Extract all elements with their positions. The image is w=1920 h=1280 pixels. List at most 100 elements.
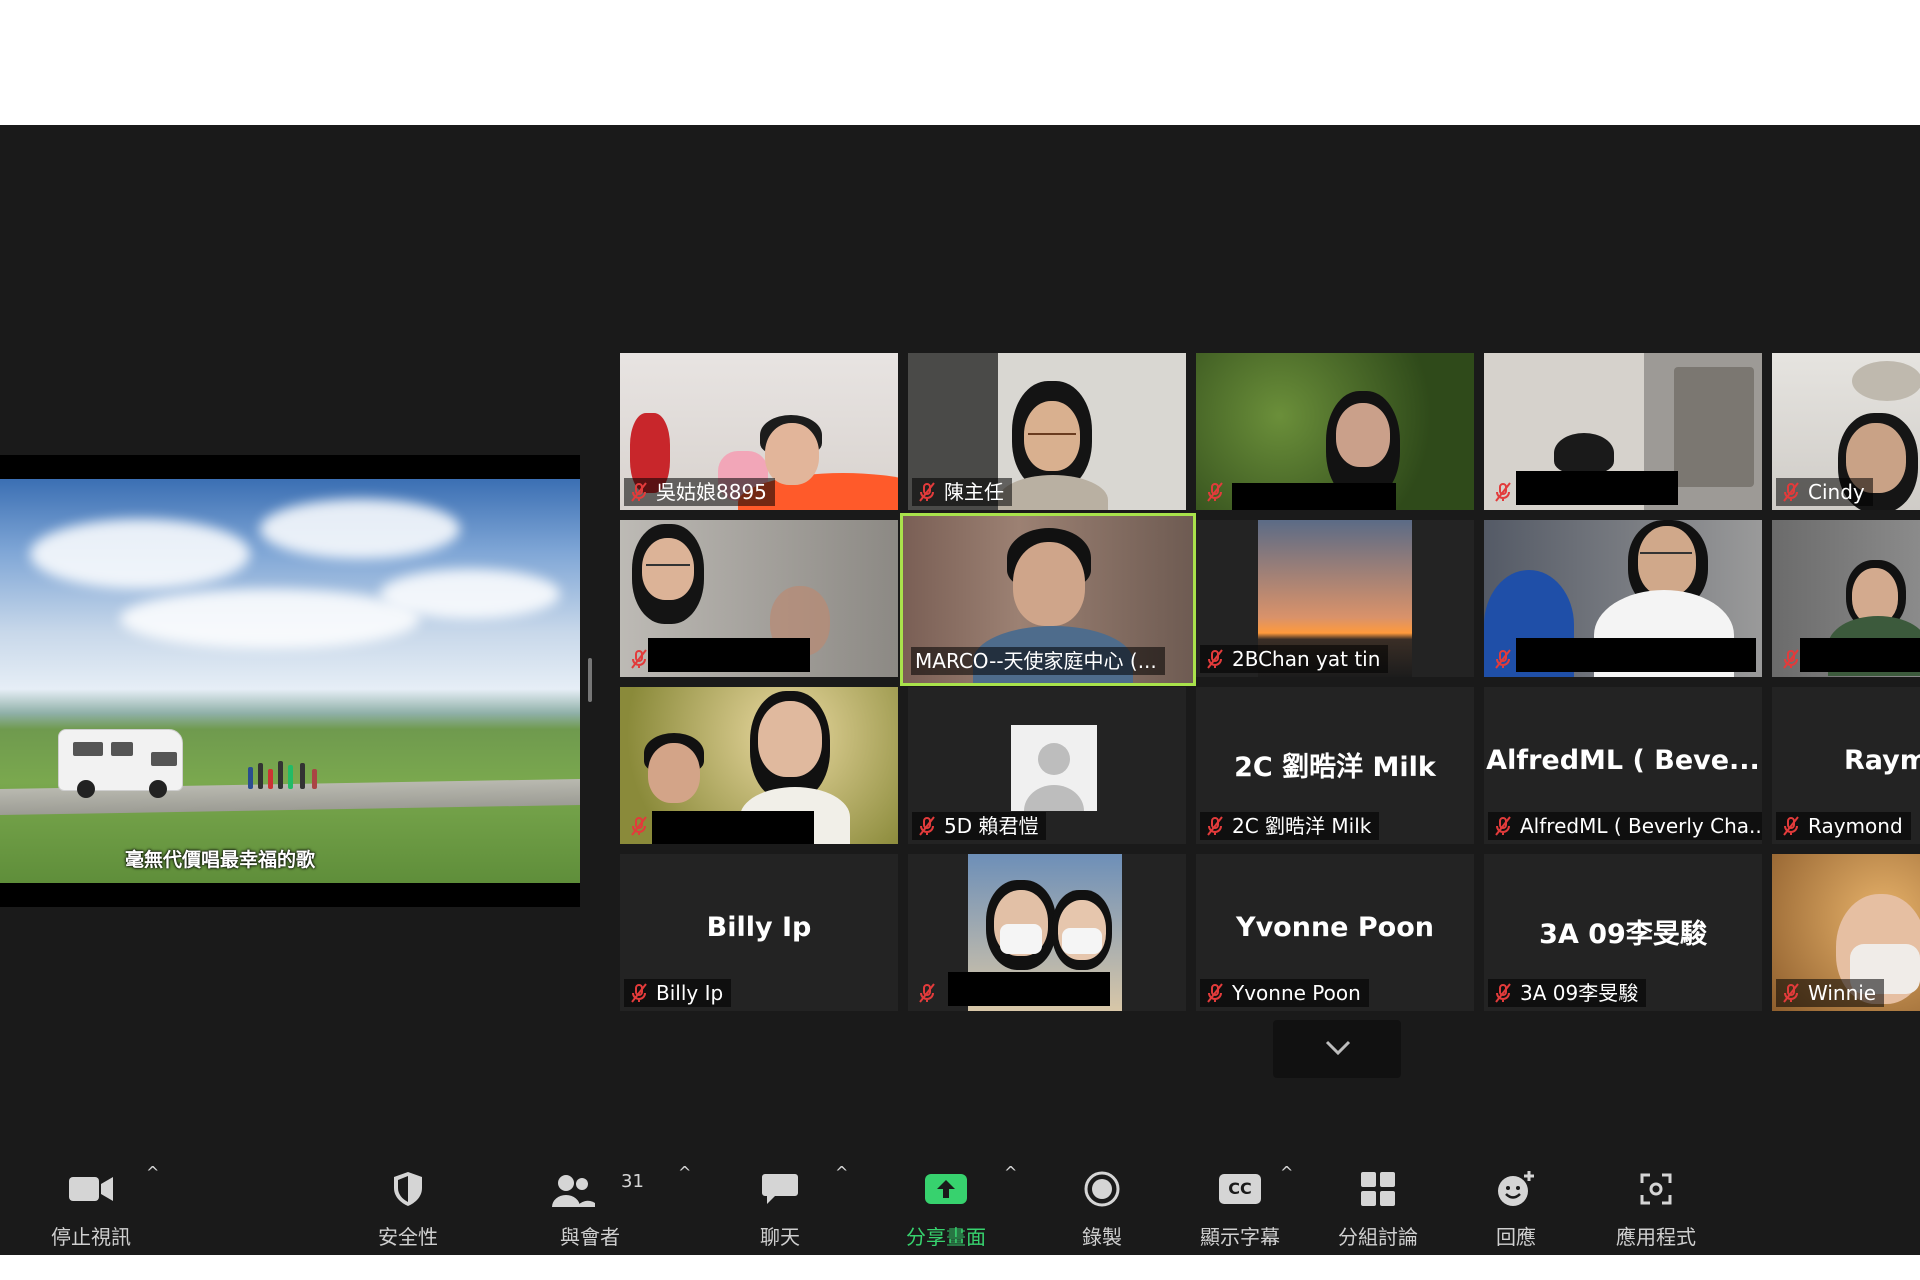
participant-name: Winnie <box>1808 981 1877 1005</box>
participant-tile[interactable]: Cindy <box>1772 353 1920 510</box>
bottom-margin <box>0 1255 1920 1280</box>
mic-muted-icon <box>1780 648 1802 670</box>
participant-name-tag <box>1776 645 1816 673</box>
participant-tile[interactable] <box>908 854 1186 1011</box>
mic-muted-icon <box>628 982 650 1004</box>
participant-display-name: 3A 09李旻駿 <box>1539 919 1707 950</box>
participant-tile[interactable]: 3A 09李旻駿 3A 09李旻駿 <box>1484 854 1762 1011</box>
participant-name-tag <box>624 645 664 673</box>
participant-name-tag: Raymond <box>1776 812 1911 840</box>
breakout-rooms-icon <box>1360 1165 1396 1213</box>
share-options-caret[interactable]: ^ <box>1004 1163 1017 1182</box>
participant-name: 2BChan yat tin <box>1232 647 1381 671</box>
mic-muted-icon <box>628 648 650 670</box>
participant-name: 2C 劉晧洋 Milk <box>1232 814 1372 838</box>
mic-muted-icon <box>1492 481 1514 503</box>
participant-name-tag: Cindy <box>1776 478 1873 506</box>
participant-tile[interactable]: Billy Ip Billy Ip <box>620 854 898 1011</box>
mic-muted-icon <box>916 815 938 837</box>
participant-tile[interactable]: 2BChan yat tin <box>1196 520 1474 677</box>
participant-tile[interactable]: Winnie <box>1772 854 1920 1011</box>
participants-count: 31 <box>621 1171 644 1192</box>
reactions-button[interactable]: 回應 <box>1484 1165 1548 1255</box>
participant-name-tag <box>912 979 952 1007</box>
record-button[interactable]: 錄製 <box>1066 1165 1138 1255</box>
participants-options-caret[interactable]: ^ <box>678 1163 691 1182</box>
captions-options-caret[interactable]: ^ <box>1280 1163 1293 1182</box>
mic-muted-icon <box>1204 815 1226 837</box>
participant-tile[interactable] <box>1772 520 1920 677</box>
mic-muted-icon <box>1492 648 1514 670</box>
participant-name: 吳姑娘8895 <box>656 480 767 504</box>
meeting-toolbar: 停止視訊 ^ 安全性 31 與會者 ^ 聊天 ^ 分享畫面 ^ 錄製 CC 顯示… <box>0 1163 1920 1255</box>
mic-muted-icon <box>1204 481 1226 503</box>
share-screen-button[interactable]: 分享畫面 <box>896 1165 996 1255</box>
zoom-meeting-window: 毫無代價唱最幸福的歌 吳姑娘8895 陳主任 Cindy MARCO--天使家庭… <box>0 125 1920 1255</box>
participant-tile[interactable] <box>620 687 898 844</box>
mic-muted-icon <box>1780 982 1802 1004</box>
participants-button[interactable]: 31 與會者 <box>545 1165 644 1255</box>
participant-tile[interactable]: 吳姑娘8895 <box>620 353 898 510</box>
security-button[interactable]: 安全性 <box>362 1165 454 1255</box>
shield-icon <box>391 1165 425 1213</box>
video-camera-icon <box>67 1165 115 1213</box>
mic-muted-icon <box>1780 481 1802 503</box>
participant-display-name: Raym <box>1844 745 1920 776</box>
participant-name-tag: 2C 劉晧洋 Milk <box>1200 812 1380 840</box>
video-options-caret[interactable]: ^ <box>146 1163 159 1182</box>
apps-button[interactable]: 應用程式 <box>1608 1165 1704 1255</box>
mic-muted-icon <box>1492 815 1514 837</box>
participant-tile[interactable]: Yvonne Poon Yvonne Poon <box>1196 854 1474 1011</box>
participant-name-tag: Yvonne Poon <box>1200 979 1369 1007</box>
participant-tile[interactable]: 2C 劉晧洋 Milk 2C 劉晧洋 Milk <box>1196 687 1474 844</box>
mic-muted-icon <box>628 815 650 837</box>
participant-name-tag: MARCO--天使家庭中心 (... <box>911 647 1165 675</box>
participant-name-tag: 5D 賴君愷 <box>912 812 1047 840</box>
participant-name-tag: 陳主任 <box>912 478 1012 506</box>
participant-tile[interactable]: AlfredML ( Beve... AlfredML ( Beverly Ch… <box>1484 687 1762 844</box>
participant-name-tag: Billy Ip <box>624 979 732 1007</box>
active-speaker-tile[interactable]: MARCO--天使家庭中心 (... <box>900 513 1196 686</box>
share-screen-icon <box>924 1165 968 1213</box>
participant-tile[interactable] <box>1484 520 1762 677</box>
record-icon <box>1084 1165 1120 1213</box>
participant-name-tag: 3A 09李旻駿 <box>1488 979 1647 1007</box>
chevron-down-icon <box>1325 1040 1351 1056</box>
shared-screen[interactable]: 毫無代價唱最幸福的歌 <box>0 455 580 907</box>
participant-display-name: Yvonne Poon <box>1236 912 1434 943</box>
chat-button[interactable]: 聊天 <box>740 1165 820 1255</box>
participant-tile[interactable]: 5D 賴君愷 <box>908 687 1186 844</box>
people-group <box>248 759 328 789</box>
layout-splitter-handle[interactable] <box>588 658 592 702</box>
breakout-rooms-button[interactable]: 分組討論 <box>1330 1165 1426 1255</box>
participant-tile[interactable] <box>620 520 898 677</box>
mic-muted-icon <box>1780 815 1802 837</box>
mic-muted-icon <box>628 481 650 503</box>
participant-name: 3A 09李旻駿 <box>1520 981 1639 1005</box>
participant-display-name: Billy Ip <box>706 912 812 943</box>
participant-tile[interactable]: 陳主任 <box>908 353 1186 510</box>
participant-name-tag <box>1488 645 1528 673</box>
apps-icon <box>1638 1165 1674 1213</box>
captions-button[interactable]: CC 顯示字幕 <box>1192 1165 1288 1255</box>
participant-tile[interactable] <box>1484 353 1762 510</box>
camper-van <box>58 729 183 798</box>
chat-bubble-icon <box>761 1165 799 1213</box>
participant-name: 陳主任 <box>944 480 1004 504</box>
participant-name-tag: AlfredML ( Beverly Cha... <box>1488 812 1762 840</box>
gallery-next-page-button[interactable] <box>1273 1020 1401 1078</box>
participant-name: MARCO--天使家庭中心 (... <box>915 649 1157 673</box>
mic-muted-icon <box>916 982 938 1004</box>
participant-name: Billy Ip <box>656 981 724 1005</box>
participant-tile[interactable] <box>1196 353 1474 510</box>
participant-name: Cindy <box>1808 480 1865 504</box>
participant-name-tag <box>1200 478 1240 506</box>
participant-name: 5D 賴君愷 <box>944 814 1039 838</box>
chat-options-caret[interactable]: ^ <box>835 1163 848 1182</box>
mic-muted-icon <box>916 481 938 503</box>
participants-icon: 31 <box>545 1165 644 1213</box>
participant-display-name: 2C 劉晧洋 Milk <box>1234 752 1436 783</box>
participant-tile[interactable]: Raym Raymond <box>1772 687 1920 844</box>
stop-video-button[interactable]: 停止視訊 <box>36 1165 146 1255</box>
reaction-emoji-icon <box>1496 1165 1536 1213</box>
